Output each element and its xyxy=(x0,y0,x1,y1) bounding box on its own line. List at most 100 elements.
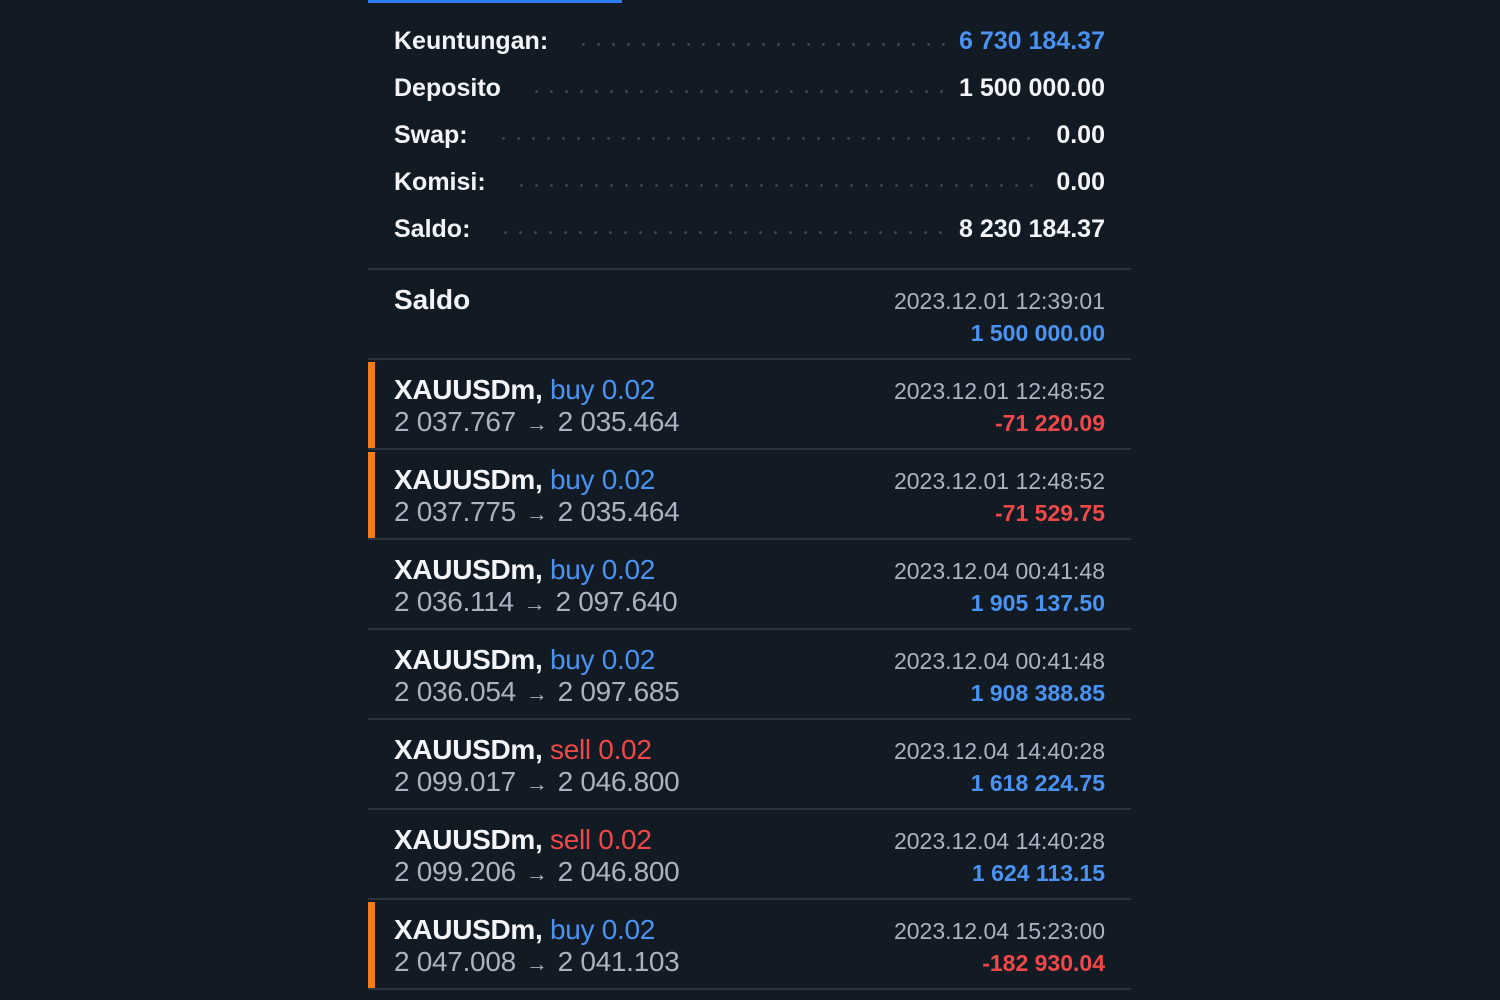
dot-leader xyxy=(498,231,946,234)
summary-row-swap: Swap: 0.00 xyxy=(394,112,1105,159)
trade-prices: 2 036.114 → 2 097.640 xyxy=(394,586,678,618)
close-price: 2 097.640 xyxy=(555,586,678,617)
trade-profit: -182 930.04 xyxy=(982,950,1105,976)
trade-time: 2023.12.04 00:41:48 xyxy=(893,648,1105,674)
trade-time: 2023.12.04 15:23:00 xyxy=(893,918,1105,944)
trade-side: buy 0.02 xyxy=(550,914,656,945)
loss-marker xyxy=(368,902,375,990)
profit-value: 6 730 184.37 xyxy=(959,27,1105,55)
trade-prices: 2 037.775 → 2 035.464 xyxy=(394,496,680,528)
commission-value: 0.00 xyxy=(1056,168,1105,196)
deposit-value: 1 500 000.00 xyxy=(959,74,1105,102)
open-price: 2 047.008 xyxy=(394,946,516,977)
dot-leader xyxy=(495,137,1043,140)
balance-value: 8 230 184.37 xyxy=(959,215,1105,243)
trade-prices: 2 099.017 → 2 046.800 xyxy=(394,766,680,798)
trade-symbol: XAUUSDm, xyxy=(394,374,543,405)
swap-value: 0.00 xyxy=(1056,121,1105,149)
trade-prices: 2 036.054 → 2 097.685 xyxy=(394,676,680,708)
summary-row-deposit: Deposito 1 500 000.00 xyxy=(394,65,1105,112)
summary-section: Keuntungan: 6 730 184.37 Deposito 1 500 … xyxy=(394,18,1105,253)
trade-row[interactable]: XAUUSDm, buy 0.02 2 036.054 → 2 097.685 2023… xyxy=(368,630,1131,720)
close-price: 2 035.464 xyxy=(557,496,680,527)
close-price: 2 041.103 xyxy=(557,946,680,977)
profit-label: Keuntungan: xyxy=(394,27,549,55)
open-price: 2 099.206 xyxy=(394,856,516,887)
close-price: 2 035.464 xyxy=(557,406,680,437)
trade-row[interactable]: XAUUSDm, sell 0.02 2 099.017 → 2 046.800 202… xyxy=(368,720,1131,810)
trade-side: buy 0.02 xyxy=(550,374,656,405)
dot-leader xyxy=(528,90,946,93)
deposit-entry-time: 2023.12.01 12:39:01 xyxy=(893,288,1105,314)
trade-symbol: XAUUSDm, xyxy=(394,644,543,675)
trade-prices: 2 037.767 → 2 035.464 xyxy=(394,406,680,438)
trade-profit: 1 905 137.50 xyxy=(970,590,1105,616)
deposit-entry-title: Saldo xyxy=(394,284,471,315)
dot-leader xyxy=(513,184,1043,187)
open-price: 2 099.017 xyxy=(394,766,516,797)
close-price: 2 097.685 xyxy=(557,676,680,707)
trade-prices: 2 047.008 → 2 041.103 xyxy=(394,946,680,978)
trade-row[interactable]: XAUUSDm, sell 0.02 2 099.206 → 2 046.800 202… xyxy=(368,810,1131,900)
trade-title: XAUUSDm, buy 0.02 xyxy=(394,554,655,586)
arrow-right-icon: → xyxy=(525,771,548,796)
trade-side: buy 0.02 xyxy=(550,554,656,585)
summary-row-balance: Saldo: 8 230 184.37 xyxy=(394,206,1105,253)
trade-time: 2023.12.04 14:40:28 xyxy=(893,738,1105,764)
trade-time: 2023.12.01 12:48:52 xyxy=(893,468,1105,494)
trade-side: buy 0.02 xyxy=(550,644,656,675)
deposit-label: Deposito xyxy=(394,74,501,102)
trade-side: sell 0.02 xyxy=(550,824,652,855)
trade-row[interactable]: XAUUSDm, buy 0.02 2 037.775 → 2 035.464 2023… xyxy=(368,450,1131,540)
deposit-entry-amount: 1 500 000.00 xyxy=(970,320,1105,346)
trade-row[interactable]: XAUUSDm, buy 0.02 2 037.767 → 2 035.464 2023… xyxy=(368,360,1131,450)
trade-title: XAUUSDm, buy 0.02 xyxy=(394,914,655,946)
trade-row[interactable]: XAUUSDm, buy 0.02 2 036.114 → 2 097.640 2023… xyxy=(368,540,1131,630)
deposit-entry[interactable]: Saldo 2023.12.01 12:39:01 1 500 000.00 xyxy=(368,270,1131,360)
dot-leader xyxy=(576,43,946,46)
trade-time: 2023.12.04 00:41:48 xyxy=(893,558,1105,584)
trade-symbol: XAUUSDm, xyxy=(394,914,543,945)
arrow-right-icon: → xyxy=(525,681,548,706)
trade-profit: -71 220.09 xyxy=(995,410,1105,436)
trade-profit: 1 618 224.75 xyxy=(970,770,1105,796)
trade-prices: 2 099.206 → 2 046.800 xyxy=(394,856,680,888)
arrow-right-icon: → xyxy=(525,501,548,526)
trade-profit: -71 529.75 xyxy=(995,500,1105,526)
divider xyxy=(368,988,1131,990)
swap-label: Swap: xyxy=(394,121,468,149)
trade-symbol: XAUUSDm, xyxy=(394,734,543,765)
trade-title: XAUUSDm, sell 0.02 xyxy=(394,734,652,766)
open-price: 2 036.054 xyxy=(394,676,516,707)
trade-title: XAUUSDm, buy 0.02 xyxy=(394,644,655,676)
trade-title: XAUUSDm, buy 0.02 xyxy=(394,464,655,496)
summary-row-profit: Keuntungan: 6 730 184.37 xyxy=(394,18,1105,65)
loss-marker xyxy=(368,452,375,540)
commission-label: Komisi: xyxy=(394,168,486,196)
arrow-right-icon: → xyxy=(523,591,546,616)
trade-symbol: XAUUSDm, xyxy=(394,824,543,855)
trade-symbol: XAUUSDm, xyxy=(394,464,543,495)
trade-time: 2023.12.01 12:48:52 xyxy=(893,378,1105,404)
trade-title: XAUUSDm, sell 0.02 xyxy=(394,824,652,856)
trade-time: 2023.12.04 14:40:28 xyxy=(893,828,1105,854)
trade-side: buy 0.02 xyxy=(550,464,656,495)
arrow-right-icon: → xyxy=(525,411,548,436)
arrow-right-icon: → xyxy=(525,951,548,976)
trade-row[interactable]: XAUUSDm, buy 0.02 2 047.008 → 2 041.103 2023… xyxy=(368,900,1131,990)
trade-title: XAUUSDm, buy 0.02 xyxy=(394,374,655,406)
active-tab-indicator xyxy=(368,0,622,3)
balance-label: Saldo: xyxy=(394,215,471,243)
trade-profit: 1 908 388.85 xyxy=(970,680,1105,706)
trade-symbol: XAUUSDm, xyxy=(394,554,543,585)
close-price: 2 046.800 xyxy=(557,856,680,887)
open-price: 2 036.114 xyxy=(394,586,514,617)
trade-side: sell 0.02 xyxy=(550,734,652,765)
arrow-right-icon: → xyxy=(525,861,548,886)
close-price: 2 046.800 xyxy=(557,766,680,797)
summary-row-commission: Komisi: 0.00 xyxy=(394,159,1105,206)
open-price: 2 037.775 xyxy=(394,496,516,527)
open-price: 2 037.767 xyxy=(394,406,516,437)
loss-marker xyxy=(368,362,375,450)
trade-profit: 1 624 113.15 xyxy=(971,860,1105,886)
